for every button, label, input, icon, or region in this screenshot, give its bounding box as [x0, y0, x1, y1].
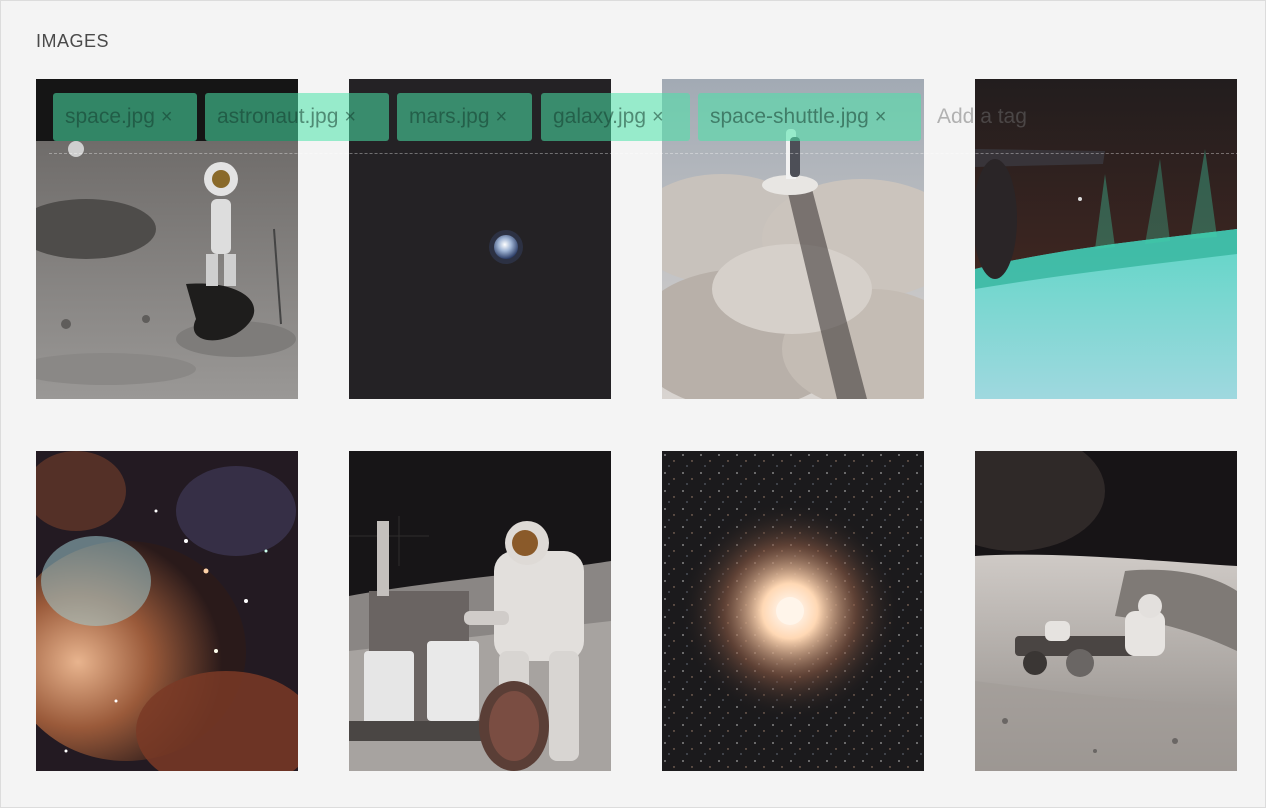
tag-label: space-shuttle.jpg: [710, 105, 869, 128]
lunar-rover-image: [975, 451, 1237, 771]
image-tile-astronaut-with-equipment[interactable]: [349, 451, 611, 771]
star-cluster-image: [662, 451, 924, 771]
tag-input[interactable]: space.jpg × astronaut.jpg × mars.jpg × gala…: [49, 91, 1239, 154]
tag-label: mars.jpg: [409, 105, 490, 128]
nebula-image: [36, 451, 298, 771]
astronaut-with-equipment-image: [349, 451, 611, 771]
image-tile-lunar-rover[interactable]: [975, 451, 1237, 771]
images-panel: IMAGES space.jpg × astronaut.jpg × mars.…: [0, 0, 1266, 808]
remove-tag-icon[interactable]: ×: [875, 106, 887, 128]
remove-tag-icon[interactable]: ×: [496, 106, 508, 128]
section-title: IMAGES: [36, 31, 110, 51]
remove-tag-icon[interactable]: ×: [344, 106, 356, 128]
image-tile-nebula[interactable]: [36, 451, 298, 771]
tag-chip[interactable]: galaxy.jpg ×: [541, 93, 690, 141]
tag-label: galaxy.jpg: [553, 105, 647, 128]
remove-tag-icon[interactable]: ×: [161, 106, 173, 128]
tag-label: astronaut.jpg: [217, 105, 339, 128]
remove-tag-icon[interactable]: ×: [652, 106, 664, 128]
tag-chip[interactable]: astronaut.jpg ×: [205, 93, 389, 141]
tag-label: space.jpg: [65, 105, 155, 128]
add-tag-input[interactable]: [937, 93, 1177, 141]
image-tile-star-cluster[interactable]: [662, 451, 924, 771]
tag-chip[interactable]: space.jpg ×: [53, 93, 197, 141]
tag-chip[interactable]: mars.jpg ×: [397, 93, 532, 141]
tag-chip[interactable]: space-shuttle.jpg ×: [698, 93, 921, 141]
